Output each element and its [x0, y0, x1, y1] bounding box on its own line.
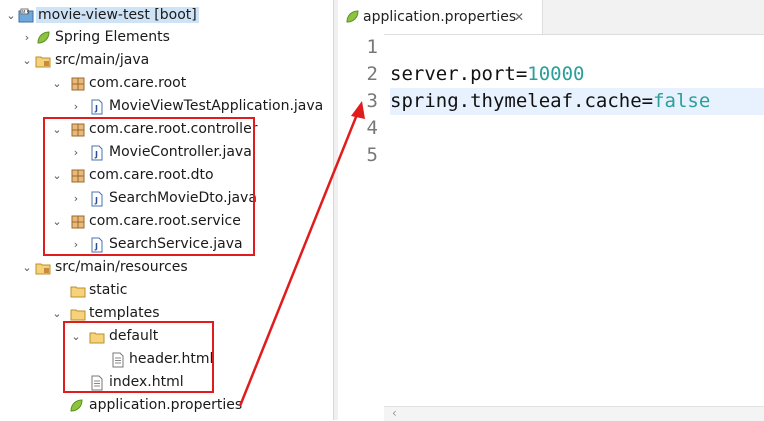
code-line-2[interactable]: server.port=10000 [390, 61, 584, 88]
tree-item-folder-static[interactable]: static [0, 279, 333, 302]
tree-item-spring-elements[interactable]: › Spring Elements [0, 26, 333, 49]
folder-static-label: static [89, 282, 128, 298]
chevron-down-icon[interactable]: ⌄ [5, 4, 17, 27]
highlight-box-java-packages [43, 117, 255, 256]
tab-label: application.properties [363, 9, 517, 25]
chevron-right-icon[interactable]: › [21, 26, 33, 49]
chevron-down-icon[interactable]: ⌄ [51, 302, 63, 325]
spring-elements-label: Spring Elements [55, 29, 170, 45]
tree-item-project[interactable]: ⌄ M S movie-view-test [boot] [0, 4, 333, 27]
package-icon [71, 77, 85, 91]
editor-pane: application.properties ✕ 1 2 3 4 5 serve… [338, 0, 764, 421]
tree-item-src-main-java[interactable]: ⌄ src/main/java [0, 49, 333, 72]
tree-item-file-app[interactable]: › J MovieViewTestApplication.java [0, 95, 333, 118]
tree-item-src-main-resources[interactable]: ⌄ src/main/resources [0, 256, 333, 279]
editor-tab-strip: application.properties ✕ [338, 0, 764, 35]
line-number-gutter: 1 2 3 4 5 [338, 34, 384, 406]
properties-file-icon [70, 399, 83, 412]
chevron-right-icon[interactable]: › [70, 95, 82, 118]
folder-icon [70, 286, 86, 298]
property-key: server.port= [390, 63, 528, 85]
line-number: 3 [366, 90, 378, 112]
horizontal-scrollbar[interactable]: ‹ [384, 406, 764, 421]
source-folder-icon [35, 263, 51, 275]
line-number: 5 [366, 144, 378, 166]
file-app-label: MovieViewTestApplication.java [109, 98, 324, 114]
folder-icon [70, 309, 86, 321]
pkg-root-label: com.care.root [89, 75, 187, 91]
close-icon[interactable]: ✕ [514, 0, 524, 34]
property-value: 10000 [527, 63, 585, 85]
scroll-left-icon[interactable]: ‹ [392, 406, 397, 420]
file-properties-label: application.properties [89, 397, 243, 413]
line-number: 2 [366, 63, 378, 85]
spring-leaf-icon [37, 31, 50, 44]
svg-text:J: J [94, 104, 98, 113]
svg-text:M S: M S [22, 10, 30, 15]
tree-item-file-properties[interactable]: application.properties [0, 394, 333, 417]
line-number: 1 [366, 36, 378, 58]
property-key: spring.thymeleaf.cache= [390, 90, 654, 112]
line-number: 4 [366, 117, 378, 139]
highlight-box-templates [63, 321, 214, 393]
code-editor[interactable]: server.port=10000 spring.thymeleaf.cache… [390, 34, 764, 406]
chevron-down-icon[interactable]: ⌄ [21, 49, 33, 72]
chevron-down-icon[interactable]: ⌄ [21, 256, 33, 279]
properties-file-icon [346, 10, 359, 23]
src-main-java-label: src/main/java [55, 52, 150, 68]
source-folder-icon [35, 56, 51, 68]
boot-project-icon: M S [18, 8, 34, 23]
chevron-down-icon[interactable]: ⌄ [51, 72, 63, 95]
tab-application-properties[interactable]: application.properties ✕ [338, 0, 543, 34]
java-file-icon: J [91, 99, 103, 115]
tree-item-pkg-root[interactable]: ⌄ com.care.root [0, 72, 333, 95]
code-line-3[interactable]: spring.thymeleaf.cache=false [390, 88, 764, 115]
project-label: movie-view-test [boot] [36, 7, 199, 23]
project-explorer: ⌄ M S movie-view-test [boot] › Spring El… [0, 0, 333, 420]
src-main-resources-label: src/main/resources [55, 259, 188, 275]
property-value: false [653, 90, 711, 112]
